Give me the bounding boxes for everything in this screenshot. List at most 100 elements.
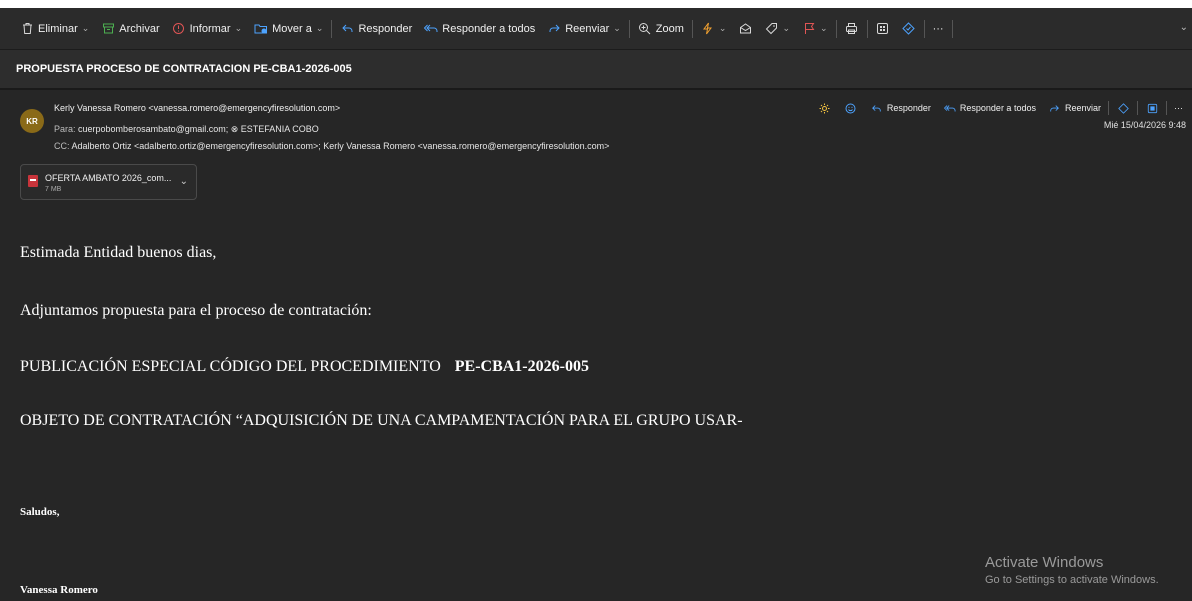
inline-reply-all-button[interactable]: Responder a todos [938,101,1041,115]
categorize-button[interactable]: ⌄ [758,16,796,42]
zoom-button[interactable]: Zoom [632,16,690,42]
report-button[interactable]: Informar ⌄ [166,16,249,42]
chevron-down-icon[interactable]: ⌄ [82,23,90,34]
inline-reply-label: Responder [886,103,931,113]
print-button[interactable] [839,16,865,42]
chevron-down-icon[interactable]: ⌄ [820,23,828,34]
zoom-label: Zoom [655,22,684,35]
toolbar-divider [866,19,868,38]
chevron-down-icon[interactable]: ⌄ [235,23,243,34]
inline-more-label: ··· [1174,103,1183,113]
diamond-addin-icon [1116,101,1130,115]
publication-code: PE-CBA1-2026-005 [454,358,589,375]
mark-read-button[interactable] [732,16,758,42]
printer-icon [845,22,859,36]
flag-button[interactable]: ⌄ [796,16,834,42]
reply-all-button[interactable]: Responder a todos [418,16,541,42]
toolbar-divider [923,19,925,38]
inline-forward-button[interactable]: Reenviar [1043,101,1106,115]
reply-all-icon [424,22,438,36]
more-actions-button[interactable]: ··· [927,16,950,42]
chevron-down-icon[interactable]: ⌄ [719,23,727,34]
report-label: Informar [189,22,231,35]
cc-label: CC: [54,141,70,151]
chevron-down-icon[interactable]: ⌄ [613,23,621,34]
inline-addin-button[interactable] [1111,101,1135,115]
toolbar-divider [691,19,693,38]
body-intro: Adjuntamos propuesta para el proceso de … [20,302,372,319]
reply-icon [870,101,884,115]
lightning-icon [701,22,715,36]
move-label: Mover a [272,22,312,35]
body-object: OBJETO DE CONTRATACIÓN “ADQUISICIÓN DE U… [20,412,743,429]
message-subject: PROPUESTA PROCESO DE CONTRATACION PE-CBA… [16,63,352,75]
pdf-file-icon [28,175,38,187]
to-label: Para: [54,124,76,134]
inline-apps-button[interactable] [1140,101,1164,115]
quick-steps-button[interactable]: ⌄ [695,16,733,42]
message-toolbar: Eliminar ⌄ Archivar Informar ⌄ Mover a ⌄… [0,8,1192,50]
sensitivity-button[interactable] [813,101,837,115]
inline-more-button[interactable]: ··· [1169,103,1188,113]
window-top-strip [0,0,1192,8]
trash-icon [20,22,34,36]
folder-move-icon [254,22,268,36]
inline-reply-button[interactable]: Responder [865,101,936,115]
message-date: Mié 15/04/2026 9:48 [1103,120,1186,130]
message-pane: KR Kerly Vanessa Romero <vanessa.romero@… [0,92,1192,601]
toolbar-divider [835,19,837,38]
inline-forward-label: Reenviar [1064,103,1101,113]
cc-recipients[interactable]: Adalberto Ortiz <adalberto.ortiz@emergen… [72,141,610,151]
actions-divider [1137,101,1138,115]
move-button[interactable]: Mover a ⌄ [248,16,329,42]
actions-divider [1108,101,1109,115]
archive-label: Archivar [119,22,160,35]
body-closing: Saludos, [20,506,60,518]
toolbar-divider [951,19,953,38]
avatar[interactable]: KR [20,109,44,133]
more-label: ··· [932,22,944,35]
cc-line: CC: Adalberto Ortiz <adalberto.ortiz@eme… [54,141,609,151]
addin-button[interactable] [896,16,922,42]
attachment-name: OFERTA AMBATO 2026_com... [45,173,172,183]
publication-prefix: PUBLICACIÓN ESPECIAL CÓDIGO DEL PROCEDIM… [20,358,441,375]
body-publication: PUBLICACIÓN ESPECIAL CÓDIGO DEL PROCEDIM… [20,358,589,376]
actions-divider [1166,101,1167,115]
sender[interactable]: Kerly Vanessa Romero <vanessa.romero@eme… [54,103,340,113]
envelope-open-icon [738,22,752,36]
react-button[interactable] [839,101,863,115]
diamond-addin-icon [902,22,916,36]
toolbar-divider [628,19,630,38]
apps-grid-icon [1145,101,1159,115]
sun-icon [818,101,832,115]
to-recipients[interactable]: cuerpobomberosambato@gmail.com; ⊗ ESTEFA… [78,124,319,134]
watermark-subtitle: Go to Settings to activate Windows. [985,574,1159,586]
zoom-icon [638,22,652,36]
to-line: Para: cuerpobomberosambato@gmail.com; ⊗ … [54,124,319,135]
attachment-card[interactable]: OFERTA AMBATO 2026_com... 7 MB ⌄ [20,164,197,200]
delete-label: Eliminar [38,22,78,35]
body-signature: Vanessa Romero [20,584,98,596]
reply-all-icon [943,101,957,115]
reply-icon [340,22,354,36]
forward-icon [547,22,561,36]
subject-bar: PROPUESTA PROCESO DE CONTRATACION PE-CBA… [0,50,1192,90]
apps-grid-icon [876,22,890,36]
flag-icon [802,22,816,36]
chevron-down-icon[interactable]: ⌄ [1180,22,1188,33]
activation-watermark: Activate Windows Go to Settings to activ… [985,554,1159,586]
delete-button[interactable]: Eliminar ⌄ [14,16,95,42]
chevron-down-icon[interactable]: ⌄ [782,23,790,34]
archive-button[interactable]: Archivar [95,16,165,42]
chevron-down-icon[interactable]: ⌄ [316,23,324,34]
toolbar-divider [331,19,333,38]
chevron-down-icon[interactable]: ⌄ [180,176,188,187]
smiley-icon [844,101,858,115]
reply-all-label: Responder a todos [442,22,536,35]
reply-button[interactable]: Responder [334,16,418,42]
forward-icon [1048,101,1062,115]
shield-alert-icon [172,22,186,36]
forward-button[interactable]: Reenviar ⌄ [541,16,627,42]
attachment-size: 7 MB [45,186,62,193]
apps-button[interactable] [870,16,896,42]
